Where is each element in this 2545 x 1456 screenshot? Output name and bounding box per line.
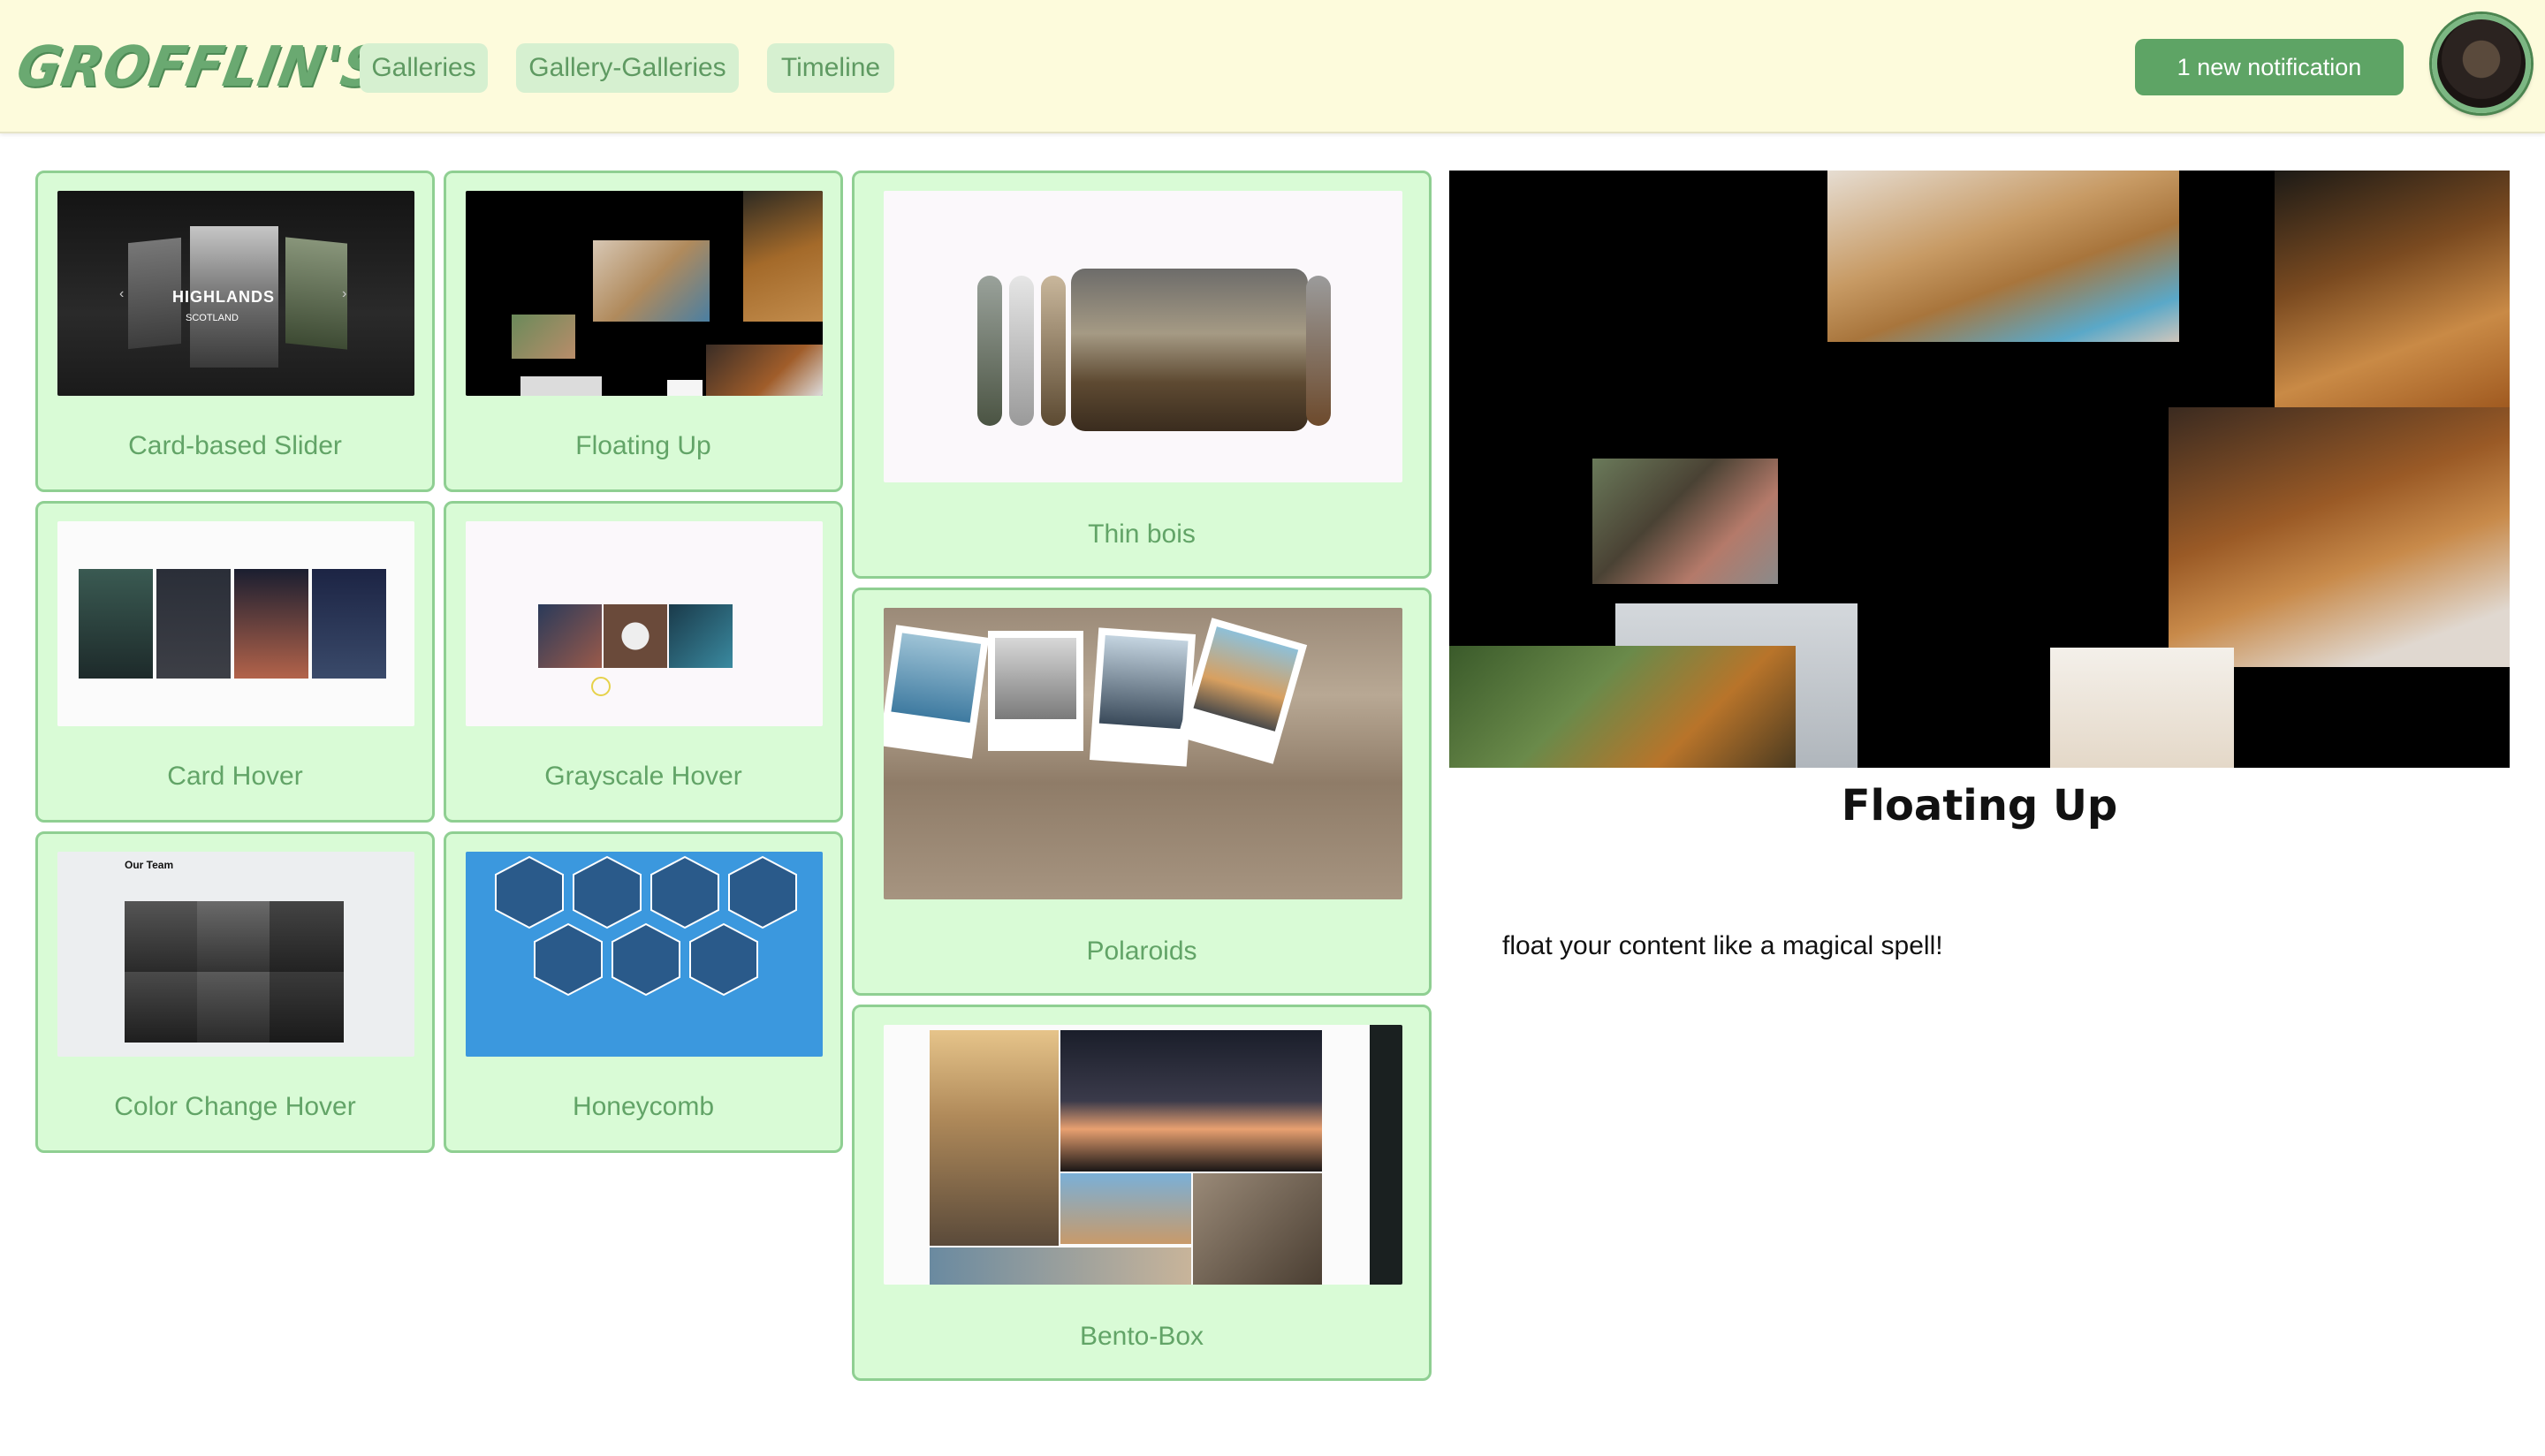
preview-description: float your content like a magical spell! xyxy=(1502,931,1943,960)
card-grayscale-hover[interactable]: Grayscale Hover xyxy=(444,501,843,823)
card-based-slider-thumbnail: HIGHLANDS SCOTLAND ‹ › xyxy=(57,191,414,396)
card-label: Grayscale Hover xyxy=(544,762,742,791)
floating-up-thumbnail xyxy=(466,191,823,396)
card-card-hover[interactable]: Card Hover xyxy=(35,501,435,823)
notification-button[interactable]: 1 new notification xyxy=(2135,39,2404,95)
card-label: Color Change Hover xyxy=(114,1092,356,1121)
card-honeycomb[interactable]: Honeycomb xyxy=(444,831,843,1153)
card-label: Card Hover xyxy=(167,762,303,791)
card-polaroids[interactable]: Polaroids xyxy=(852,588,1432,996)
card-label: Honeycomb xyxy=(572,1092,715,1121)
card-card-based-slider[interactable]: HIGHLANDS SCOTLAND ‹ › Card-based Slider xyxy=(35,171,435,492)
card-label: Floating Up xyxy=(575,431,711,460)
user-avatar[interactable] xyxy=(2432,14,2531,113)
honeycomb-thumbnail xyxy=(466,852,823,1057)
card-label: Polaroids xyxy=(1086,937,1197,966)
card-hover-thumbnail xyxy=(57,521,414,726)
top-header: GROFFLIN'S Galleries Gallery-Galleries T… xyxy=(0,0,2545,133)
card-label: Bento-Box xyxy=(1079,1322,1204,1351)
bento-box-thumbnail xyxy=(884,1025,1402,1285)
slider-title-text: HIGHLANDS xyxy=(172,288,275,306)
nav-gallery-galleries[interactable]: Gallery-Galleries xyxy=(516,43,739,93)
card-color-change-hover[interactable]: Our Team Color Change Hover xyxy=(35,831,435,1153)
thin-bois-thumbnail xyxy=(884,191,1402,482)
honeycomb-graphic xyxy=(495,855,797,997)
card-label: Card-based Slider xyxy=(128,431,342,460)
slider-subtitle-text: SCOTLAND xyxy=(186,313,239,323)
team-heading-text: Our Team xyxy=(125,859,174,871)
card-floating-up[interactable]: Floating Up xyxy=(444,171,843,492)
card-thin-bois[interactable]: Thin bois xyxy=(852,171,1432,579)
card-label: Thin bois xyxy=(1088,519,1196,549)
grayscale-hover-thumbnail xyxy=(466,521,823,726)
site-logo[interactable]: GROFFLIN'S xyxy=(12,34,387,100)
nav-timeline[interactable]: Timeline xyxy=(767,43,894,93)
preview-title: Floating Up xyxy=(1841,781,2118,830)
preview-image xyxy=(1449,171,2510,768)
card-bento-box[interactable]: Bento-Box xyxy=(852,1005,1432,1381)
nav-galleries[interactable]: Galleries xyxy=(360,43,488,93)
polaroids-thumbnail xyxy=(884,608,1402,899)
chevron-left-icon: ‹ xyxy=(119,286,125,301)
color-change-hover-thumbnail: Our Team xyxy=(57,852,414,1057)
chevron-right-icon: › xyxy=(342,286,347,301)
